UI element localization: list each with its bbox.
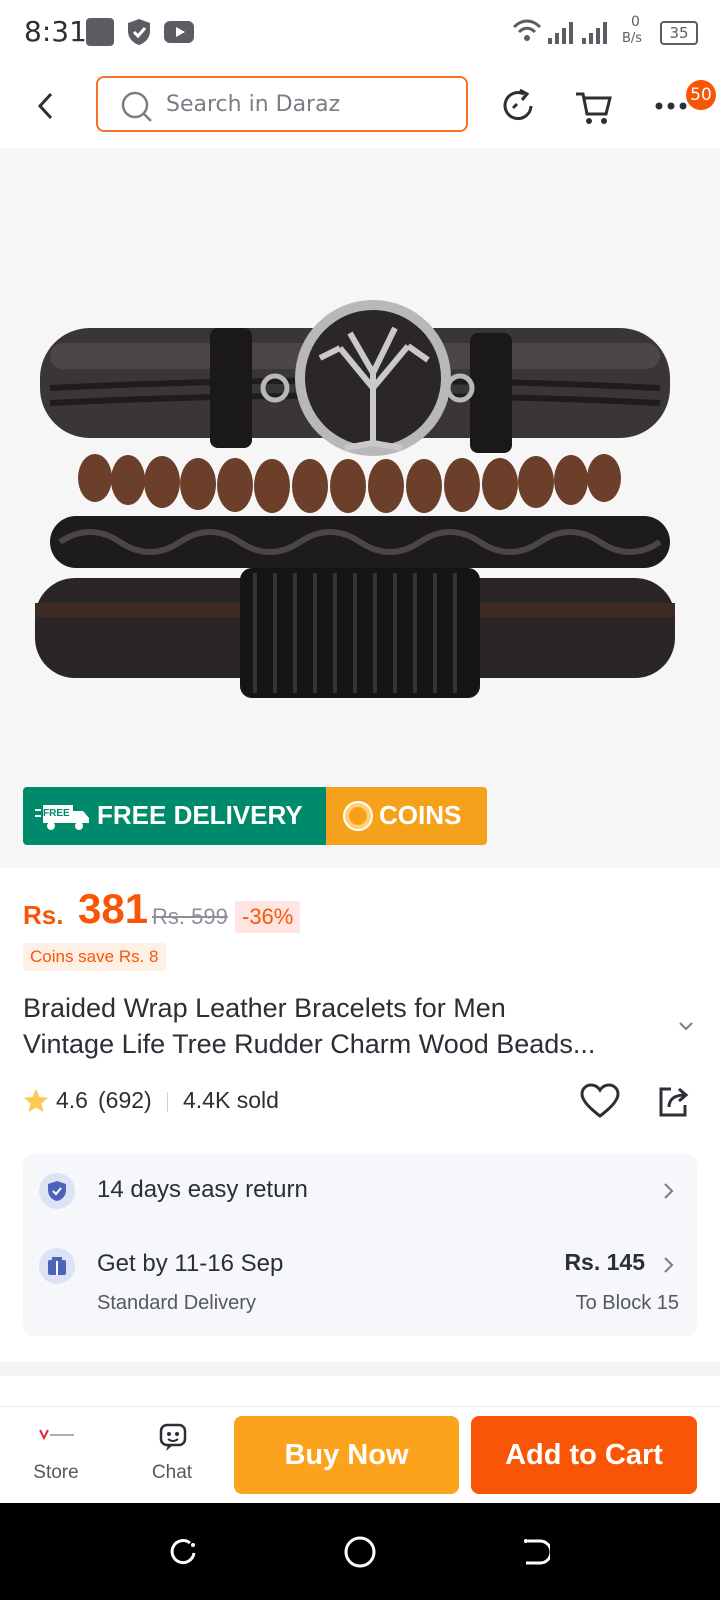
store-button[interactable]: Store bbox=[16, 1420, 96, 1492]
discount-badge: -36% bbox=[235, 901, 301, 933]
price-currency: Rs. bbox=[23, 900, 64, 930]
chevron-right-icon bbox=[664, 1183, 674, 1199]
product-title-line-2: Vintage Life Tree Rudder Charm Wood Bead… bbox=[23, 1029, 596, 1059]
promo-banner: FREE FREE DELIVERY COINS bbox=[23, 787, 487, 845]
free-label: FREE bbox=[43, 808, 70, 819]
heart-icon[interactable] bbox=[580, 1083, 620, 1119]
share-icon[interactable] bbox=[655, 1083, 691, 1119]
coins-tag: COINS bbox=[326, 787, 487, 845]
status-bar: 8:31 0 B/s 35 bbox=[0, 0, 720, 64]
back-arrow-icon[interactable] bbox=[34, 90, 58, 122]
search-icon bbox=[121, 91, 152, 122]
back-nav-icon[interactable] bbox=[520, 1537, 550, 1567]
product-title[interactable]: Braided Wrap Leather Bracelets for Men V… bbox=[23, 990, 673, 1062]
shield-icon bbox=[128, 19, 150, 45]
signal-icon-2 bbox=[582, 22, 607, 44]
cart-icon[interactable] bbox=[574, 86, 616, 126]
coins-label: COINS bbox=[379, 800, 462, 830]
wifi-icon bbox=[512, 19, 542, 41]
delivery-location: To Block 15 bbox=[575, 1292, 679, 1314]
net-speed-unit: B/s bbox=[622, 31, 643, 46]
delivery-row[interactable]: Get by 11-16 Sep Standard Delivery Rs. 1… bbox=[23, 1228, 697, 1336]
rating-divider bbox=[167, 1092, 168, 1112]
returns-label: 14 days easy return bbox=[97, 1176, 308, 1203]
system-nav-bar bbox=[0, 1503, 720, 1600]
net-speed-value: 0 bbox=[631, 14, 640, 30]
chevron-right-icon bbox=[664, 1257, 674, 1273]
delivery-type: Standard Delivery bbox=[97, 1292, 256, 1314]
chat-label: Chat bbox=[151, 1462, 193, 1483]
search-placeholder: Search in Daraz bbox=[166, 92, 341, 117]
star-icon bbox=[24, 1089, 48, 1112]
store-logo-icon bbox=[39, 1429, 74, 1441]
app-notification-icon bbox=[86, 18, 114, 46]
review-count[interactable]: (692) bbox=[98, 1087, 152, 1114]
coin-icon bbox=[343, 801, 373, 831]
recent-apps-icon[interactable] bbox=[168, 1537, 198, 1567]
signal-icon bbox=[548, 22, 573, 44]
package-icon bbox=[39, 1248, 75, 1284]
add-to-cart-button[interactable]: Add to Cart bbox=[471, 1416, 697, 1494]
buy-now-button[interactable]: Buy Now bbox=[234, 1416, 459, 1494]
delivery-date: Get by 11-16 Sep bbox=[97, 1250, 284, 1277]
rating-value: 4.6 bbox=[56, 1087, 88, 1113]
returns-row[interactable]: 14 days easy return bbox=[23, 1154, 697, 1228]
more-options-icon[interactable] bbox=[654, 98, 690, 114]
chat-button[interactable]: Chat bbox=[132, 1420, 212, 1492]
current-price: 381 bbox=[78, 885, 149, 932]
free-delivery-tag: FREE FREE DELIVERY bbox=[23, 787, 326, 845]
status-time: 8:31 bbox=[24, 15, 87, 48]
store-label: Store bbox=[33, 1462, 79, 1483]
search-input[interactable]: Search in Daraz bbox=[96, 76, 468, 132]
coins-save-tag: Coins save Rs. 8 bbox=[23, 943, 166, 971]
chat-icon bbox=[159, 1423, 187, 1451]
bracelet-image bbox=[35, 300, 675, 698]
product-image[interactable] bbox=[0, 148, 720, 868]
home-icon[interactable] bbox=[343, 1535, 377, 1569]
shield-check-icon bbox=[39, 1173, 75, 1209]
free-delivery-label: FREE DELIVERY bbox=[97, 800, 303, 830]
chevron-down-icon[interactable] bbox=[678, 1020, 694, 1032]
refresh-icon[interactable] bbox=[498, 86, 538, 126]
delivery-fee: Rs. 145 bbox=[564, 1249, 645, 1275]
service-card: 14 days easy return Get by 11-16 Sep Sta… bbox=[23, 1154, 697, 1336]
sold-count: 4.4K sold bbox=[183, 1087, 279, 1113]
product-title-line-1: Braided Wrap Leather Bracelets for Men bbox=[23, 993, 506, 1023]
youtube-icon bbox=[164, 21, 194, 43]
notification-badge: 50 bbox=[686, 80, 716, 110]
battery-icon: 35 bbox=[660, 21, 698, 45]
original-price: Rs. 599 bbox=[152, 904, 228, 929]
section-divider bbox=[0, 1362, 720, 1376]
